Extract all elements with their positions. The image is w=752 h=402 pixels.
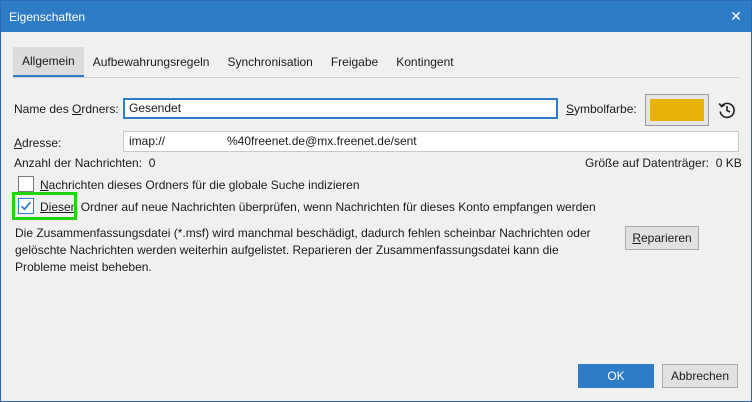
disk-size: Größe auf Datenträger: 0 KB (585, 156, 742, 170)
message-count: Anzahl der Nachrichten: 0 (14, 156, 156, 170)
tab-allgemein[interactable]: Allgemein (13, 47, 84, 77)
tab-aufbewahrungsregeln[interactable]: Aufbewahrungsregeln (84, 47, 219, 77)
checkmark-icon (20, 201, 32, 211)
color-swatch (650, 99, 704, 121)
close-button[interactable]: ✕ (721, 1, 751, 32)
cancel-button[interactable]: Abbrechen (662, 364, 738, 388)
index-search-label[interactable]: Nachrichten dieses Ordners für die globa… (40, 178, 360, 192)
history-reset-icon[interactable] (717, 100, 737, 120)
folder-name-input[interactable]: Gesendet (123, 98, 558, 119)
window-title: Eigenschaften (9, 10, 86, 24)
tab-kontingent[interactable]: Kontingent (387, 47, 462, 77)
title-bar: Eigenschaften ✕ (1, 1, 751, 32)
summary-file-description: Die Zusammenfassungsdatei (*.msf) wird m… (15, 226, 591, 274)
properties-dialog: Eigenschaften ✕ Allgemein Aufbewahrungsr… (0, 0, 752, 402)
check-new-messages-label[interactable]: Diesen Ordner auf neue Nachrichten überp… (40, 200, 596, 214)
tab-synchronisation[interactable]: Synchronisation (218, 47, 321, 77)
symbol-color-label: Symbolfarbe: (566, 102, 637, 116)
ok-button[interactable]: OK (578, 364, 654, 388)
index-search-checkbox[interactable] (18, 176, 34, 192)
close-icon: ✕ (730, 8, 742, 24)
tab-freigabe[interactable]: Freigabe (322, 47, 387, 77)
symbol-color-button[interactable] (645, 94, 709, 126)
folder-name-label: Name des Ordners: (14, 102, 119, 116)
address-label: Adresse: (14, 136, 62, 150)
address-field: imap://%40freenet.de@mx.freenet.de/sent (123, 131, 739, 152)
tab-divider (13, 77, 739, 78)
repair-button[interactable]: Reparieren (625, 226, 699, 250)
tab-bar: Allgemein Aufbewahrungsregeln Synchronis… (13, 47, 463, 77)
check-new-messages-checkbox[interactable] (18, 198, 34, 214)
